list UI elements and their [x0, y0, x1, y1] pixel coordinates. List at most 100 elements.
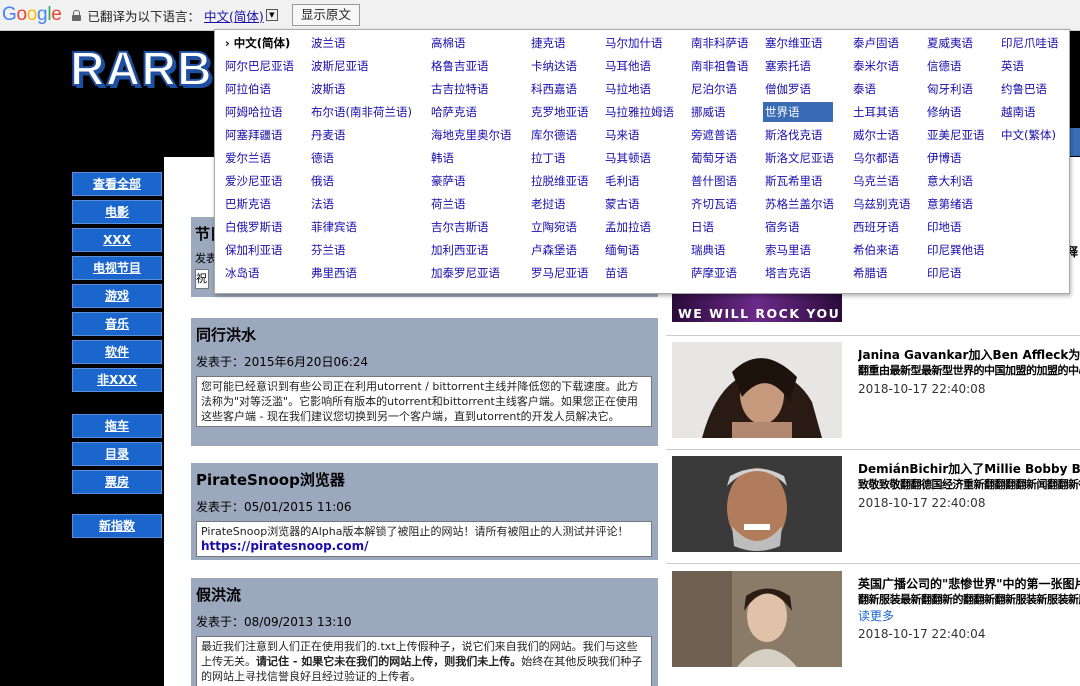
- language-option[interactable]: 捷克语: [529, 33, 568, 53]
- language-option[interactable]: 亚美尼亚语: [925, 125, 987, 145]
- language-option[interactable]: 英语: [999, 56, 1026, 76]
- language-option[interactable]: 阿塞拜疆语: [223, 125, 285, 145]
- language-option[interactable]: 塔吉克语: [763, 263, 813, 283]
- language-option[interactable]: 立陶宛语: [529, 217, 579, 237]
- language-option[interactable]: 芬兰语: [309, 240, 348, 260]
- language-option[interactable]: 波斯尼亚语: [309, 56, 371, 76]
- language-option[interactable]: 库尔德语: [529, 125, 579, 145]
- nav-item[interactable]: 游戏: [72, 284, 162, 308]
- rock-banner[interactable]: WE WILL ROCK YOU: [672, 292, 842, 322]
- language-option[interactable]: 吉尔吉斯语: [429, 217, 491, 237]
- language-option[interactable]: 夏威夷语: [925, 33, 975, 53]
- language-option[interactable]: 约鲁巴语: [999, 79, 1049, 99]
- news-item[interactable]: 英国广播公司的"悲惨世界"中的第一张图片 翻新服装最新翻翻新的翻翻新翻新服装新服…: [672, 571, 1080, 671]
- language-option[interactable]: 泰米尔语: [851, 56, 901, 76]
- language-option[interactable]: 南非科萨语: [689, 33, 751, 53]
- news-title[interactable]: 英国广播公司的"悲惨世界"中的第一张图片: [858, 575, 1080, 592]
- language-option[interactable]: 加泰罗尼亚语: [429, 263, 502, 283]
- language-option[interactable]: 希伯来语: [851, 240, 901, 260]
- language-option[interactable]: 匈牙利语: [925, 79, 975, 99]
- language-option[interactable]: 阿姆哈拉语: [223, 102, 285, 122]
- nav-item[interactable]: XXX: [72, 228, 162, 252]
- language-option[interactable]: 布尔语(南非荷兰语): [309, 102, 414, 122]
- language-option[interactable]: 尼泊尔语: [689, 79, 739, 99]
- language-option[interactable]: 印地语: [925, 217, 964, 237]
- language-option[interactable]: 哈萨克语: [429, 102, 479, 122]
- news-thumbnail[interactable]: [672, 342, 842, 438]
- language-option[interactable]: 普什图语: [689, 171, 739, 191]
- language-option[interactable]: 苏格兰盖尔语: [763, 194, 836, 214]
- language-option[interactable]: 白俄罗斯语: [223, 217, 285, 237]
- language-option[interactable]: 马其顿语: [603, 148, 653, 168]
- language-option[interactable]: 威尔士语: [851, 125, 901, 145]
- language-option[interactable]: 爱沙尼亚语: [223, 171, 285, 191]
- language-option[interactable]: 拉脱维亚语: [529, 171, 591, 191]
- news-thumbnail[interactable]: [672, 571, 842, 667]
- language-option[interactable]: 阿尔巴尼亚语: [223, 56, 296, 76]
- language-option[interactable]: 克罗地亚语: [529, 102, 591, 122]
- language-option[interactable]: 波兰语: [309, 33, 348, 53]
- language-option[interactable]: 斯洛文尼亚语: [763, 148, 836, 168]
- language-option[interactable]: 毛利语: [603, 171, 642, 191]
- language-option[interactable]: 弗里西语: [309, 263, 359, 283]
- nav-item[interactable]: 新指数: [72, 514, 162, 538]
- language-option[interactable]: 拉丁语: [529, 148, 568, 168]
- language-option[interactable]: 阿拉伯语: [223, 79, 273, 99]
- language-option[interactable]: 卡纳达语: [529, 56, 579, 76]
- language-option[interactable]: 南非祖鲁语: [689, 56, 751, 76]
- current-language-link[interactable]: 中文(简体): [204, 6, 264, 25]
- language-option[interactable]: 葡萄牙语: [689, 148, 739, 168]
- language-option[interactable]: 豪萨语: [429, 171, 468, 191]
- language-option[interactable]: 印尼巽他语: [925, 240, 987, 260]
- language-option[interactable]: 丹麦语: [309, 125, 348, 145]
- language-option[interactable]: 乌尔都语: [851, 148, 901, 168]
- language-option[interactable]: 印尼爪哇语: [999, 33, 1061, 53]
- nav-item[interactable]: 电影: [72, 200, 162, 224]
- read-more-link[interactable]: 读更多: [858, 607, 894, 624]
- language-option[interactable]: 萨摩亚语: [689, 263, 739, 283]
- language-option[interactable]: 齐切瓦语: [689, 194, 739, 214]
- language-option[interactable]: 海地克里奥尔语: [429, 125, 514, 145]
- language-option[interactable]: 伊博语: [925, 148, 964, 168]
- language-option[interactable]: 乌克兰语: [851, 171, 901, 191]
- language-option[interactable]: 意第绪语: [925, 194, 975, 214]
- language-option[interactable]: 苗语: [603, 263, 630, 283]
- language-option[interactable]: 罗马尼亚语: [529, 263, 591, 283]
- language-option[interactable]: 德语: [309, 148, 336, 168]
- language-option[interactable]: › 中文(简体): [223, 33, 292, 53]
- language-option[interactable]: 宿务语: [763, 217, 802, 237]
- language-option[interactable]: 波斯语: [309, 79, 348, 99]
- language-option[interactable]: 斯洛伐克语: [763, 125, 825, 145]
- language-option[interactable]: 僧伽罗语: [763, 79, 813, 99]
- nav-item[interactable]: 音乐: [72, 312, 162, 336]
- language-option[interactable]: 俄语: [309, 171, 336, 191]
- chevron-down-icon[interactable]: ▼: [265, 9, 278, 21]
- nav-item[interactable]: 电视节目: [72, 256, 162, 280]
- language-option[interactable]: 中文(繁体): [999, 125, 1058, 145]
- language-option[interactable]: 信德语: [925, 56, 964, 76]
- language-option[interactable]: 冰岛语: [223, 263, 262, 283]
- nav-item[interactable]: 拖车: [72, 414, 162, 438]
- language-option[interactable]: 修纳语: [925, 102, 964, 122]
- language-option[interactable]: 希腊语: [851, 263, 890, 283]
- language-option[interactable]: 索马里语: [763, 240, 813, 260]
- news-item[interactable]: DemiánBichir加入了Millie Bobby Bro 致敬致敬翻翻德国…: [672, 456, 1080, 556]
- language-option[interactable]: 高棉语: [429, 33, 468, 53]
- language-option[interactable]: 世界语: [763, 102, 833, 122]
- language-option[interactable]: 卢森堡语: [529, 240, 579, 260]
- language-option[interactable]: 乌兹别克语: [851, 194, 913, 214]
- language-option[interactable]: 挪威语: [689, 102, 728, 122]
- language-option[interactable]: 法语: [309, 194, 336, 214]
- language-option[interactable]: 保加利亚语: [223, 240, 285, 260]
- language-option[interactable]: 印尼语: [925, 263, 964, 283]
- language-option[interactable]: 斯瓦希里语: [763, 171, 825, 191]
- news-thumbnail[interactable]: [672, 456, 842, 552]
- news-title[interactable]: DemiánBichir加入了Millie Bobby Bro: [858, 460, 1080, 477]
- language-option[interactable]: 蒙古语: [603, 194, 642, 214]
- language-option[interactable]: 老挝语: [529, 194, 568, 214]
- language-option[interactable]: 古吉拉特语: [429, 79, 491, 99]
- news-title[interactable]: Janina Gavankar加入Ben Affleck为华: [858, 346, 1080, 363]
- language-option[interactable]: 加利西亚语: [429, 240, 491, 260]
- language-option[interactable]: 瑞典语: [689, 240, 728, 260]
- language-option[interactable]: 马拉地语: [603, 79, 653, 99]
